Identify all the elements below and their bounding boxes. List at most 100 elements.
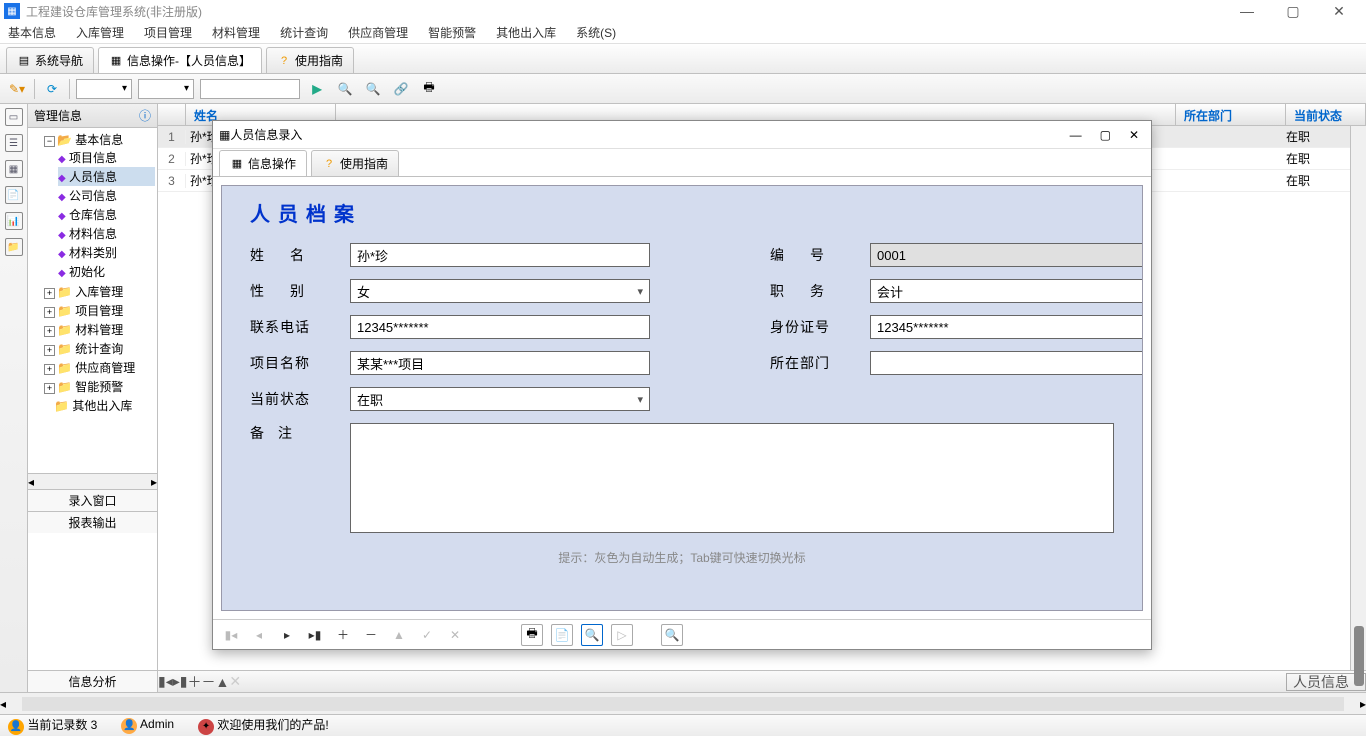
tree-leaf[interactable]: ◆ 项目信息 (58, 148, 155, 167)
print-button[interactable]: 🖶 (521, 624, 543, 646)
user-icon: 👤 (8, 719, 24, 735)
rec-next[interactable]: ▸ (277, 628, 297, 642)
nav-first[interactable]: ▮◂ (158, 673, 173, 690)
menu-other[interactable]: 其他出入库 (492, 22, 560, 43)
tree-folder[interactable]: +📁 材料管理 (44, 320, 155, 339)
vscrollbar[interactable] (1350, 126, 1366, 670)
left-iconbar: ▭ ☰ ▦ 📄 📊 📁 (0, 104, 28, 692)
input-phone[interactable]: 12345******* (350, 315, 650, 339)
nav-del[interactable]: － (201, 672, 215, 692)
search-button[interactable]: 🔍 (581, 624, 603, 646)
select-status[interactable]: 在职 (350, 387, 650, 411)
play-button[interactable]: ▷ (611, 624, 633, 646)
content-hscroll[interactable]: ◂▸ (0, 692, 1366, 714)
dialog-close[interactable]: ✕ (1129, 128, 1139, 142)
rec-cancel[interactable]: ✕ (445, 628, 465, 642)
menu-system[interactable]: 系统(S) (572, 22, 620, 43)
nav-cancel[interactable]: ✕ (229, 673, 241, 690)
tree-folder[interactable]: +📁 项目管理 (44, 301, 155, 320)
nav-tree[interactable]: −📂 基本信息 ◆ 项目信息 ◆ 人员信息 ◆ 公司信息 ◆ 仓库信息 ◆ 材料… (28, 128, 157, 473)
tree-folder[interactable]: +📁 智能预警 (44, 377, 155, 396)
tree-folder[interactable]: +📁 统计查询 (44, 339, 155, 358)
dialog-titlebar[interactable]: ▦ 人员信息录入 ― ▢ ✕ (213, 121, 1151, 149)
close-button[interactable]: ✕ (1316, 0, 1362, 22)
link-icon[interactable]: 🔗 (390, 78, 412, 100)
tree-leaf-selected[interactable]: ◆ 人员信息 (58, 167, 155, 186)
ib-3[interactable]: ▦ (5, 160, 23, 178)
nav-prev[interactable]: ▸▮ (173, 673, 188, 690)
export-button[interactable]: 📄 (551, 624, 573, 646)
info-icon[interactable]: ⓘ (139, 107, 151, 124)
dialog-body: 人员档案 姓 名 孙*珍 编 号 0001 性 别 女 职 务 会计 联系电话 … (221, 185, 1143, 611)
ib-6[interactable]: 📁 (5, 238, 23, 256)
rec-prev[interactable]: ◂ (249, 628, 269, 642)
ib-4[interactable]: 📄 (5, 186, 23, 204)
tree-leaf[interactable]: ◆ 材料信息 (58, 224, 155, 243)
tree-leaf[interactable]: ◆ 公司信息 (58, 186, 155, 205)
nav-up[interactable]: ▲ (215, 674, 229, 690)
filter-value-input[interactable] (200, 79, 300, 99)
menu-basic[interactable]: 基本信息 (4, 22, 60, 43)
find2-icon[interactable]: 🔍 (362, 78, 384, 100)
collapse-icon[interactable]: − (44, 136, 55, 147)
select-gender[interactable]: 女 (350, 279, 650, 303)
run-button[interactable]: ▶ (306, 78, 328, 100)
menu-stats[interactable]: 统计查询 (276, 22, 332, 43)
rec-last[interactable]: ▸▮ (305, 628, 325, 642)
tree-folder[interactable]: +📁 入库管理 (44, 282, 155, 301)
col-status[interactable]: 当前状态 (1286, 104, 1366, 125)
rec-edit[interactable]: ▲ (389, 628, 409, 642)
refresh-icon[interactable]: ⟳ (41, 78, 63, 100)
ib-1[interactable]: ▭ (5, 108, 23, 126)
select-dept[interactable] (870, 351, 1143, 375)
edit-icon[interactable]: ✎▾ (6, 78, 28, 100)
tree-leaf[interactable]: ◆ 材料类别 (58, 243, 155, 262)
tab-info-op[interactable]: ▦ 信息操作-【人员信息】 (98, 47, 262, 73)
dialog-minimize[interactable]: ― (1070, 128, 1082, 142)
panel-report[interactable]: 报表输出 (28, 511, 157, 533)
filter-field-select[interactable] (76, 79, 132, 99)
filter-op-select[interactable] (138, 79, 194, 99)
tree-folder[interactable]: 📁 其他出入库 (44, 396, 155, 415)
input-project[interactable]: 某某***项目 (350, 351, 650, 375)
tab-sysnav[interactable]: ▤ 系统导航 (6, 47, 94, 73)
panel-entry[interactable]: 录入窗口 (28, 489, 157, 511)
nav-add[interactable]: ＋ (187, 672, 201, 692)
rec-first[interactable]: ▮◂ (221, 628, 241, 642)
menu-alert[interactable]: 智能预警 (424, 22, 480, 43)
ib-5[interactable]: 📊 (5, 212, 23, 230)
form-hint: 提示：灰色为自动生成；Tab键可快速切换光标 (250, 549, 1114, 566)
rec-save[interactable]: ✓ (417, 628, 437, 642)
tree-leaf[interactable]: ◆ 仓库信息 (58, 205, 155, 224)
menu-project[interactable]: 项目管理 (140, 22, 196, 43)
dlg-tab-op[interactable]: ▦ 信息操作 (219, 150, 307, 176)
col-dept[interactable]: 所在部门 (1176, 104, 1286, 125)
menu-inbound[interactable]: 入库管理 (72, 22, 128, 43)
dialog-title: 人员信息录入 (230, 126, 302, 143)
dialog-maximize[interactable]: ▢ (1100, 128, 1111, 142)
input-name[interactable]: 孙*珍 (350, 243, 650, 267)
tree-leaf[interactable]: ◆ 初始化 (58, 262, 155, 281)
rec-del[interactable]: － (361, 626, 381, 643)
tab-guide[interactable]: ? 使用指南 (266, 47, 354, 73)
textarea-remark[interactable] (350, 423, 1114, 533)
rec-add[interactable]: ＋ (333, 626, 353, 643)
tree-folder[interactable]: +📁 供应商管理 (44, 358, 155, 377)
ib-2[interactable]: ☰ (5, 134, 23, 152)
print-icon[interactable]: 🖶 (418, 78, 440, 100)
select-role[interactable]: 会计 (870, 279, 1143, 303)
sidebar-hscroll[interactable]: ◂▸ (28, 473, 157, 489)
menu-material[interactable]: 材料管理 (208, 22, 264, 43)
form-heading: 人员档案 (250, 198, 1114, 227)
minimize-button[interactable]: ― (1224, 0, 1270, 22)
welcome-icon: ✦ (198, 719, 214, 735)
find-icon[interactable]: 🔍 (334, 78, 356, 100)
separator (34, 79, 35, 99)
zoom-button[interactable]: 🔍 (661, 624, 683, 646)
dialog-icon: ▦ (219, 128, 230, 142)
panel-analysis[interactable]: 信息分析 (28, 670, 157, 692)
input-idno[interactable]: 12345******* (870, 315, 1143, 339)
maximize-button[interactable]: ▢ (1270, 0, 1316, 22)
menu-supplier[interactable]: 供应商管理 (344, 22, 412, 43)
dlg-tab-guide[interactable]: ? 使用指南 (311, 150, 399, 176)
